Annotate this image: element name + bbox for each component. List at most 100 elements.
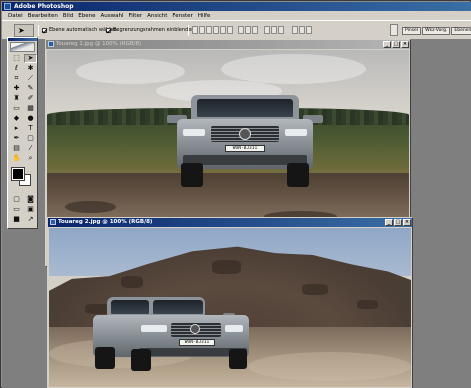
screen-mode-full-icon[interactable]: ■ bbox=[10, 215, 23, 224]
history-brush-tool-icon[interactable]: ✐ bbox=[24, 94, 37, 103]
align-bottom-icon[interactable] bbox=[206, 26, 212, 34]
document-canvas[interactable]: WUN-BJ311 bbox=[49, 228, 411, 387]
photo-dirt bbox=[65, 200, 116, 214]
distribute-height-icon[interactable] bbox=[306, 26, 312, 34]
align-hcenter-icon[interactable] bbox=[220, 26, 226, 34]
document-title-bar[interactable]: Touareg 2.jpg @ 100% (RGB/8) _ □ × bbox=[48, 218, 412, 227]
path-selection-tool-icon[interactable]: ▸ bbox=[10, 124, 23, 133]
document-title: Touareg 1.jpg @ 100% (RGB/8) bbox=[56, 41, 142, 47]
move-tool-icon[interactable]: ➤ bbox=[24, 54, 37, 63]
screen-mode-full-menu-icon[interactable]: ▣ bbox=[24, 205, 37, 214]
palette-tab[interactable]: Pinsel bbox=[402, 27, 422, 35]
bounding-box-checkbox[interactable] bbox=[106, 27, 111, 33]
app-title: Adobe Photoshop bbox=[14, 3, 74, 10]
healing-brush-tool-icon[interactable]: ✚ bbox=[10, 84, 23, 93]
distribute-buttons-b bbox=[264, 26, 284, 34]
maximize-button[interactable]: □ bbox=[392, 41, 400, 48]
photo-rock bbox=[211, 259, 241, 275]
menu-item[interactable]: Datei bbox=[8, 13, 23, 19]
hand-tool-icon[interactable]: ✋ bbox=[10, 154, 23, 163]
shape-tool-icon[interactable]: ▢ bbox=[24, 134, 37, 143]
eyedropper-tool-icon[interactable]: ⁄ bbox=[24, 144, 37, 153]
notes-tool-icon[interactable]: ▤ bbox=[10, 144, 23, 153]
license-plate: WUN-BJ311 bbox=[225, 145, 265, 152]
align-right-icon[interactable] bbox=[227, 26, 233, 34]
slice-tool-icon[interactable]: ⟋ bbox=[24, 74, 37, 83]
align-left-icon[interactable] bbox=[213, 26, 219, 34]
document-window-touareg-2[interactable]: Touareg 2.jpg @ 100% (RGB/8) _ □ × WUN-B… bbox=[47, 217, 413, 388]
options-bar: ➤ Ebene automatisch wählen Begrenzungsra… bbox=[2, 20, 471, 40]
foreground-color-swatch[interactable] bbox=[11, 167, 25, 181]
window-controls: _ □ × bbox=[383, 41, 409, 48]
gradient-tool-icon[interactable]: ▦ bbox=[24, 104, 37, 113]
menu-item[interactable]: Fenster bbox=[172, 13, 192, 19]
menu-item[interactable]: Filter bbox=[128, 13, 142, 19]
menu-item[interactable]: Hilfe bbox=[198, 13, 211, 19]
distribute-left-icon[interactable] bbox=[264, 26, 270, 34]
distribute-hcenter-icon[interactable] bbox=[271, 26, 277, 34]
blur-tool-icon[interactable]: ◆ bbox=[10, 114, 23, 123]
eraser-tool-icon[interactable]: ▭ bbox=[10, 104, 23, 113]
car-front-view: WUN-BJ311 bbox=[165, 89, 325, 189]
palette-tab[interactable]: Ebenen bbox=[451, 27, 471, 35]
minimize-button[interactable]: _ bbox=[383, 41, 391, 48]
palette-well[interactable] bbox=[390, 24, 398, 36]
standard-mode-icon[interactable]: ▢ bbox=[10, 195, 23, 204]
car-headlight bbox=[141, 325, 167, 332]
clone-stamp-tool-icon[interactable]: ♜ bbox=[10, 94, 23, 103]
magic-wand-tool-icon[interactable]: ✱ bbox=[24, 64, 37, 73]
menu-item[interactable]: Ebene bbox=[78, 13, 95, 19]
pen-tool-icon[interactable]: ✒ bbox=[10, 134, 23, 143]
menu-item[interactable]: Bild bbox=[63, 13, 73, 19]
jump-to-imageready-icon[interactable]: ↗ bbox=[24, 215, 37, 224]
close-button[interactable]: × bbox=[401, 41, 409, 48]
dodge-tool-icon[interactable]: ● bbox=[24, 114, 37, 123]
document-icon bbox=[50, 219, 56, 225]
distribute-space-icon[interactable] bbox=[292, 26, 298, 34]
maximize-button[interactable]: □ bbox=[394, 219, 402, 226]
marquee-tool-icon[interactable]: ⬚ bbox=[10, 54, 23, 63]
type-tool-icon[interactable]: T bbox=[24, 124, 37, 133]
car-side-window bbox=[111, 300, 149, 314]
zoom-tool-icon[interactable]: ⌕ bbox=[24, 154, 37, 163]
distribute-top-icon[interactable] bbox=[238, 26, 244, 34]
mode-buttons: ▢ ◙ ▭ ▣ ■ ↗ bbox=[8, 194, 37, 225]
menu-item[interactable]: Bearbeiten bbox=[28, 13, 58, 19]
bounding-box-label: Begrenzungsrahmen einblenden bbox=[113, 27, 195, 33]
document-icon bbox=[48, 41, 54, 47]
distribute-right-icon[interactable] bbox=[278, 26, 284, 34]
align-top-icon[interactable] bbox=[192, 26, 198, 34]
tool-grid: ⬚ ➤ ℓ ✱ ⌗ ⟋ ✚ ✎ ♜ ✐ ▭ ▦ ◆ ● ▸ T ✒ ▢ ▤ ⁄ ✋ ⌕ bbox=[8, 53, 37, 164]
photo-cloud bbox=[75, 58, 185, 85]
screen-mode-standard-icon[interactable]: ▭ bbox=[10, 205, 23, 214]
photoshop-window: Adobe Photoshop Datei Bearbeiten Bild Ebene… bbox=[0, 0, 471, 388]
toolbox-grip[interactable] bbox=[8, 38, 37, 41]
lasso-tool-icon[interactable]: ℓ bbox=[10, 64, 23, 73]
menu-item[interactable]: Auswahl bbox=[100, 13, 123, 19]
tool-preset-picker[interactable]: ➤ bbox=[14, 24, 34, 37]
minimize-button[interactable]: _ bbox=[385, 219, 393, 226]
close-button[interactable]: × bbox=[403, 219, 411, 226]
window-controls: _ □ × bbox=[385, 219, 411, 226]
align-buttons bbox=[192, 26, 233, 34]
brush-tool-icon[interactable]: ✎ bbox=[24, 84, 37, 93]
menu-item[interactable]: Ansicht bbox=[147, 13, 167, 19]
car-wheel bbox=[131, 349, 151, 371]
quick-mask-icon[interactable]: ◙ bbox=[24, 195, 37, 204]
document-title-bar[interactable]: Touareg 1.jpg @ 100% (RGB/8) _ □ × bbox=[46, 40, 410, 49]
crop-tool-icon[interactable]: ⌗ bbox=[10, 74, 23, 83]
align-vcenter-icon[interactable] bbox=[199, 26, 205, 34]
adobe-online-button[interactable] bbox=[10, 42, 35, 52]
car-wheel bbox=[287, 163, 309, 187]
move-tool-icon: ➤ bbox=[18, 26, 25, 35]
car-windshield bbox=[153, 300, 203, 314]
palette-tab[interactable]: Wkz-Vorg. bbox=[422, 27, 451, 35]
auto-select-checkbox[interactable] bbox=[42, 27, 47, 33]
car-wheel bbox=[95, 347, 115, 369]
bounding-box-option[interactable]: Begrenzungsrahmen einblenden bbox=[106, 27, 194, 33]
distribute-width-icon[interactable] bbox=[299, 26, 305, 34]
distribute-vcenter-icon[interactable] bbox=[245, 26, 251, 34]
distribute-bottom-icon[interactable] bbox=[252, 26, 258, 34]
car-windshield bbox=[197, 99, 293, 117]
photo-rock bbox=[121, 275, 144, 289]
